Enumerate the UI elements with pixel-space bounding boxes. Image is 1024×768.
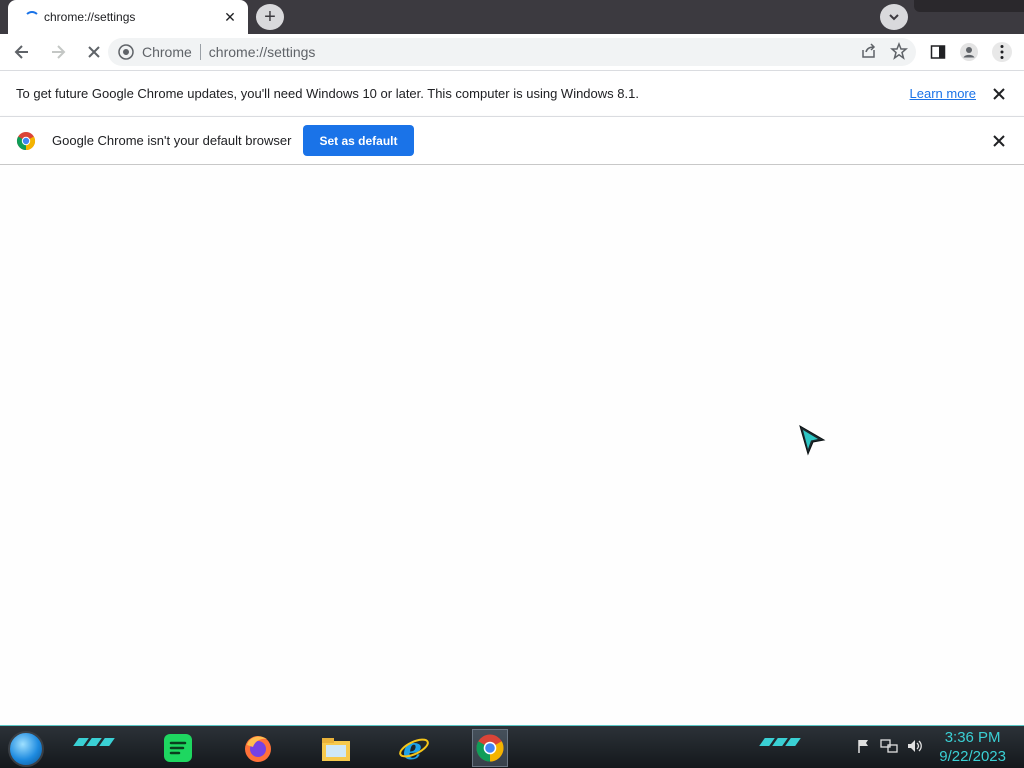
file-explorer-icon: [322, 738, 350, 761]
back-button[interactable]: [8, 38, 36, 66]
taskbar-decoration-right: [759, 738, 801, 746]
svg-text:e: e: [403, 732, 422, 764]
url-text: chrome://settings: [208, 44, 316, 60]
default-browser-close-button[interactable]: [991, 133, 1007, 149]
taskbar-decoration-left: [73, 738, 115, 746]
update-infobar: To get future Google Chrome updates, you…: [0, 70, 1024, 116]
chip-separator: [199, 44, 201, 60]
chrome-logo-icon: [16, 131, 36, 150]
menu-button[interactable]: [992, 42, 1012, 62]
loading-spinner-icon: [22, 9, 40, 25]
star-icon: [890, 41, 908, 60]
internet-explorer-icon: e: [399, 732, 429, 764]
bookmark-button[interactable]: [890, 41, 908, 65]
learn-more-link[interactable]: Learn more: [910, 86, 976, 101]
page-content: [0, 165, 1024, 725]
chevron-down-icon: [889, 14, 899, 21]
mouse-cursor-icon: [799, 424, 826, 456]
tab-title: chrome://settings: [44, 10, 136, 24]
taskbar-firefox[interactable]: [240, 729, 276, 767]
taskbar: e 3:36 PM 9/22/2023: [0, 725, 1024, 768]
update-message: To get future Google Chrome updates, you…: [16, 86, 639, 101]
close-icon: [993, 134, 1005, 147]
forward-button[interactable]: [44, 38, 72, 66]
taskbar-spotify[interactable]: [160, 729, 196, 767]
share-button[interactable]: [860, 42, 878, 65]
spotify-icon: [164, 734, 192, 762]
clock-time: 3:36 PM: [944, 729, 1001, 746]
more-vertical-icon: [992, 42, 1012, 62]
action-center-flag-icon[interactable]: [856, 738, 872, 754]
taskbar-chrome[interactable]: [472, 729, 508, 767]
set-as-default-button[interactable]: Set as default: [303, 125, 414, 156]
close-icon: [993, 87, 1005, 100]
chrome-icon: [476, 734, 504, 762]
close-icon: [88, 46, 100, 58]
toolbar: Chrome chrome://settings: [0, 34, 1024, 70]
side-panel-button[interactable]: [928, 42, 948, 62]
update-infobar-close-button[interactable]: [991, 86, 1007, 102]
tab-close-icon[interactable]: ✕: [222, 9, 238, 25]
avatar-icon: [960, 43, 978, 61]
tab-strip: chrome://settings ✕ +: [0, 0, 1024, 34]
taskbar-file-explorer[interactable]: [318, 729, 354, 767]
default-browser-message: Google Chrome isn't your default browser: [52, 133, 292, 148]
share-icon: [862, 43, 876, 58]
tab-settings[interactable]: chrome://settings ✕: [8, 0, 248, 34]
side-panel-icon: [930, 45, 946, 59]
profile-button[interactable]: [959, 42, 979, 62]
volume-icon[interactable]: [906, 738, 924, 754]
start-button[interactable]: [8, 731, 44, 767]
firefox-icon: [245, 736, 271, 762]
taskbar-internet-explorer[interactable]: e: [396, 729, 432, 767]
clock-date: 9/22/2023: [939, 748, 1006, 765]
site-chip-label: Chrome: [142, 44, 192, 60]
address-bar[interactable]: Chrome chrome://settings: [108, 38, 916, 66]
new-tab-button[interactable]: +: [256, 4, 284, 30]
tab-search-button[interactable]: [880, 4, 908, 30]
default-browser-infobar: Google Chrome isn't your default browser…: [0, 116, 1024, 165]
taskbar-clock[interactable]: 3:36 PM 9/22/2023: [939, 728, 1006, 766]
system-tray: [856, 738, 924, 754]
stop-loading-button[interactable]: [80, 38, 108, 66]
network-icon[interactable]: [880, 738, 898, 754]
chrome-site-icon: [118, 44, 134, 60]
forward-arrow-icon: [52, 45, 66, 59]
back-arrow-icon: [14, 45, 28, 59]
